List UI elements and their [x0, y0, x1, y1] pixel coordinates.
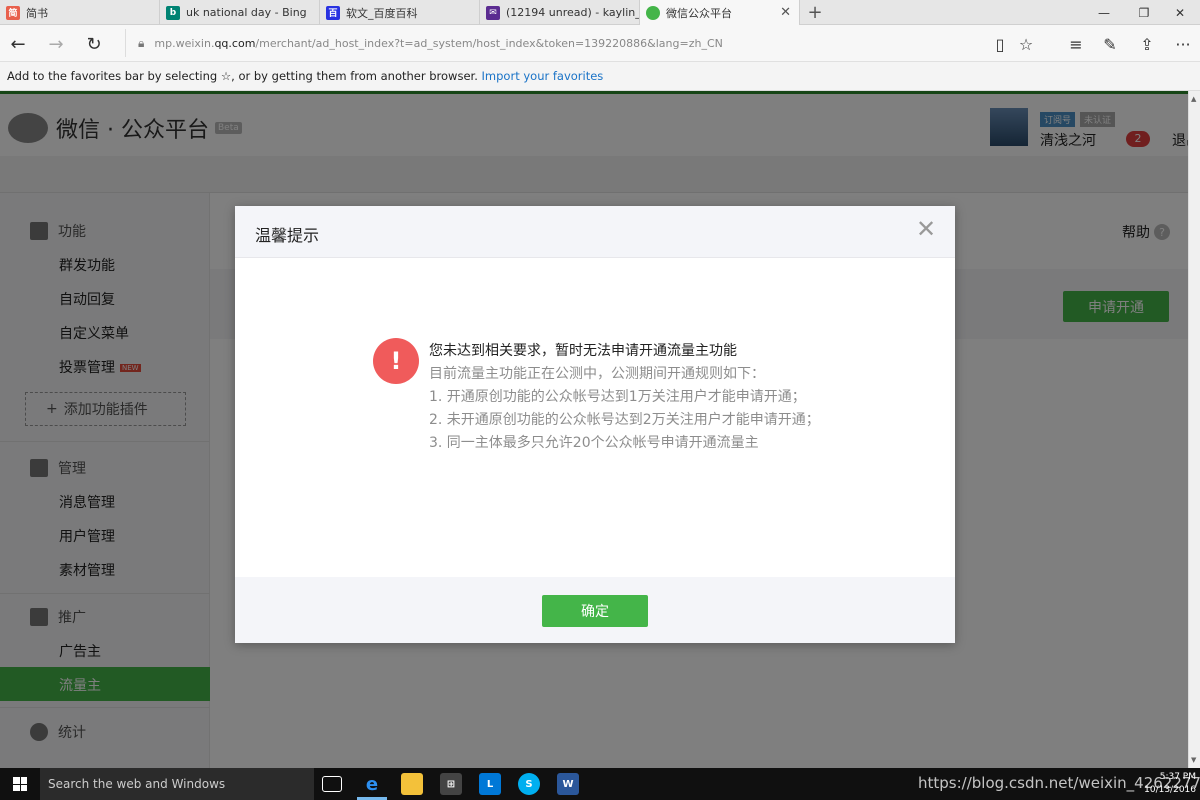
url-path: /merchant/ad_host_index?t=ad_system/host… — [255, 36, 723, 50]
new-tab-button[interactable]: + — [800, 0, 830, 25]
navigation-bar: ← → ↻ 🔒︎ mp.weixin. qq.com/merchant/ad_ho… — [0, 25, 1200, 62]
mail-icon: ✉ — [486, 5, 500, 20]
message-line: 2. 未开通原创功能的公众帐号达到2万关注用户才能申请开通； — [429, 412, 820, 428]
task-view-icon[interactable] — [322, 776, 342, 792]
restore-icon[interactable]: ❐ — [1124, 0, 1164, 25]
tab-label: uk national day - Bing — [186, 6, 307, 19]
taskbar-search[interactable]: Search the web and Windows — [40, 768, 314, 800]
tab-baidu[interactable]: 百 软文_百度百科 — [320, 0, 480, 25]
window-close-icon[interactable]: ✕ — [1160, 0, 1200, 25]
dialog-footer: 确定 — [235, 577, 955, 643]
favorites-hint-text: Add to the favorites bar by selecting ☆,… — [7, 69, 478, 83]
favorites-bar-hint: Add to the favorites bar by selecting ☆,… — [0, 62, 1200, 91]
store-icon[interactable]: ⊞ — [440, 773, 462, 795]
close-icon[interactable]: ✕ — [780, 5, 791, 20]
word-icon[interactable]: W — [557, 773, 579, 795]
page-scrollbar[interactable]: ▲ ▼ — [1188, 91, 1200, 768]
tab-label: (12194 unread) - kaylin_hua — [506, 6, 640, 19]
tab-label: 微信公众平台 — [666, 6, 732, 20]
start-button[interactable] — [0, 768, 40, 800]
message-line: 目前流量主功能正在公测中，公测期间开通规则如下： — [429, 366, 765, 382]
edge-icon[interactable]: e — [361, 773, 383, 795]
windows-icon — [13, 777, 27, 791]
jianshu-icon: 简 — [6, 5, 20, 20]
hub-icon[interactable]: ≡ — [1063, 31, 1089, 57]
notice-dialog: 温馨提示 ✕ ! 您未达到相关要求，暂时无法申请开通流量主功能 目前流量主功能正… — [235, 206, 955, 643]
tab-mail[interactable]: ✉ (12194 unread) - kaylin_hua — [480, 0, 640, 25]
more-icon[interactable]: ··· — [1170, 31, 1196, 57]
tab-wechat[interactable]: 微信公众平台 ✕ — [640, 0, 800, 25]
watermark-text: https://blog.csdn.net/weixin_42622771 — [918, 774, 1200, 792]
share-icon[interactable]: ⇪ — [1134, 31, 1160, 57]
tab-jianshu[interactable]: 简 简书 — [0, 0, 160, 25]
tab-label: 简书 — [26, 6, 48, 20]
address-bar[interactable]: 🔒︎ mp.weixin. qq.com/merchant/ad_host_ind… — [125, 29, 985, 57]
message-title: 您未达到相关要求，暂时无法申请开通流量主功能 — [429, 343, 737, 359]
back-icon[interactable]: ← — [5, 31, 31, 57]
dialog-body: ! 您未达到相关要求，暂时无法申请开通流量主功能 目前流量主功能正在公测中，公测… — [235, 258, 955, 577]
favorite-star-icon[interactable]: ☆ — [1013, 31, 1039, 57]
scroll-down-icon[interactable]: ▼ — [1191, 756, 1196, 764]
tab-label: 软文_百度百科 — [346, 6, 418, 20]
scroll-up-icon[interactable]: ▲ — [1191, 95, 1196, 103]
dialog-header: 温馨提示 ✕ — [235, 206, 955, 258]
web-note-icon[interactable]: ✎ — [1097, 31, 1123, 57]
message-line: 1. 开通原创功能的公众帐号达到1万关注用户才能申请开通； — [429, 389, 806, 405]
lock-icon: 🔒︎ — [138, 35, 145, 50]
baidu-icon: 百 — [326, 5, 340, 20]
reading-view-icon[interactable]: ▯ — [987, 31, 1013, 57]
skype-icon[interactable]: S — [518, 773, 540, 795]
dialog-title: 温馨提示 — [255, 226, 320, 245]
url-prefix: mp.weixin. — [154, 36, 215, 50]
bing-icon: b — [166, 5, 180, 20]
lync-icon[interactable]: L — [479, 773, 501, 795]
tab-strip: 简 简书 b uk national day - Bing 百 软文_百度百科 … — [0, 0, 1200, 25]
tab-bing[interactable]: b uk national day - Bing — [160, 0, 320, 25]
import-favorites-link[interactable]: Import your favorites — [482, 69, 604, 83]
minimize-icon[interactable]: — — [1084, 0, 1124, 25]
wechat-icon — [646, 5, 660, 20]
close-icon[interactable]: ✕ — [915, 215, 937, 243]
refresh-icon[interactable]: ↻ — [81, 31, 107, 57]
url-domain: qq.com — [214, 36, 256, 50]
message-line: 3. 同一主体最多只允许20个公众帐号申请开通流量主 — [429, 435, 759, 451]
warning-icon: ! — [373, 338, 419, 384]
file-explorer-icon[interactable] — [401, 773, 423, 795]
forward-icon[interactable]: → — [43, 31, 69, 57]
confirm-button[interactable]: 确定 — [542, 595, 648, 627]
